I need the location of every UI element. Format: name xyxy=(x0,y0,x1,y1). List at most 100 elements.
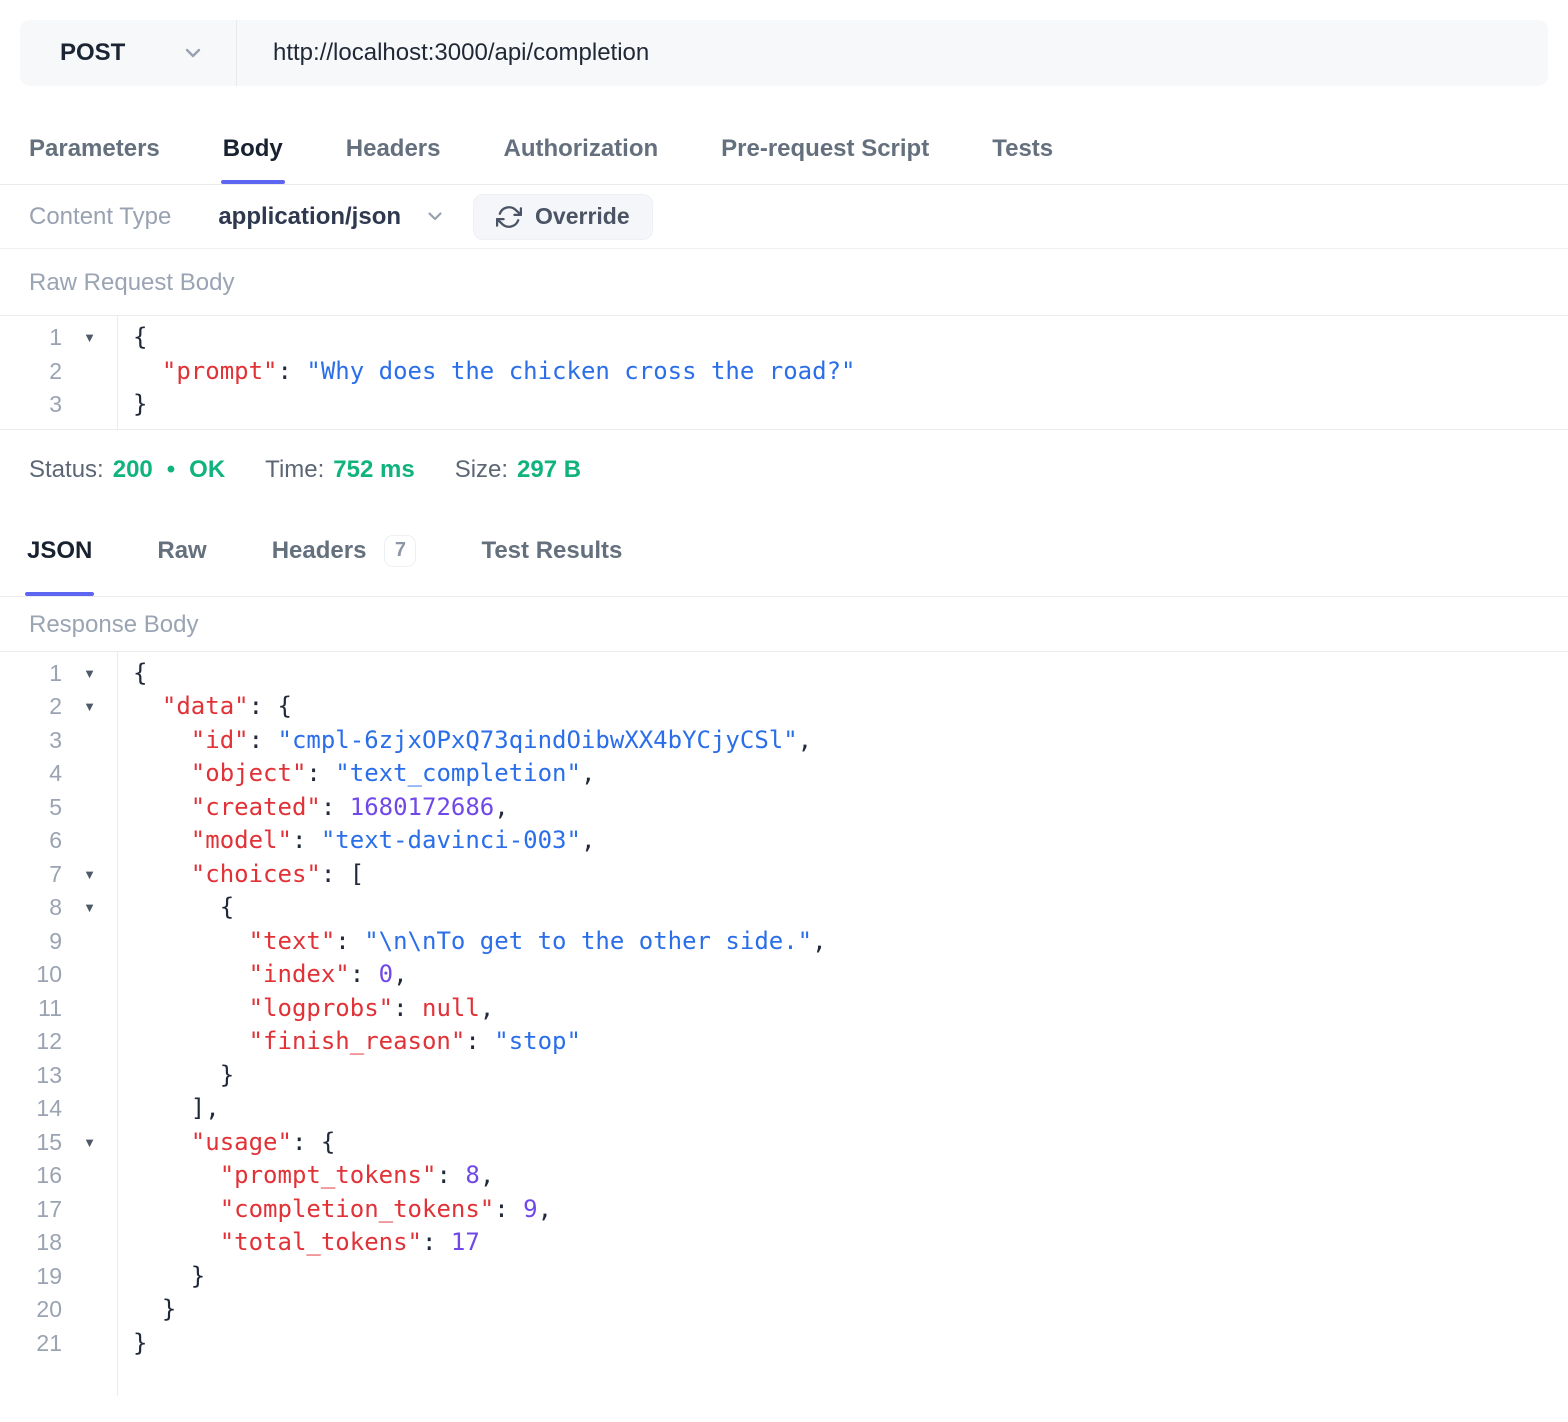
code-line: 9 "text": "\n\nTo get to the other side.… xyxy=(0,925,1568,959)
fold-triangle-icon[interactable]: ▼ xyxy=(62,858,117,892)
code-text: } xyxy=(133,1060,235,1089)
tab-body[interactable]: Body xyxy=(220,114,285,184)
tab-headers[interactable]: Headers xyxy=(346,114,441,184)
fold-triangle-icon[interactable]: ▼ xyxy=(62,321,117,355)
code-line: 21} xyxy=(0,1327,1568,1361)
code-line: 3 "id": "cmpl-6zjxOPxQ73qindOibwXX4bYCjy… xyxy=(0,724,1568,758)
code-line: 16 "prompt_tokens": 8, xyxy=(0,1159,1568,1193)
line-number: 1 xyxy=(49,659,62,686)
response-headers-label: Headers xyxy=(271,536,367,564)
code-line: 18 "total_tokens": 17 xyxy=(0,1226,1568,1260)
content-type-select[interactable]: application/json xyxy=(218,203,443,231)
code-text: "logprobs": null, xyxy=(248,993,495,1022)
code-text: "finish_reason": "stop" xyxy=(248,1027,581,1055)
code-text: } xyxy=(133,390,148,418)
tab-parameters[interactable]: Parameters xyxy=(29,114,160,184)
code-line: 20 } xyxy=(0,1293,1568,1327)
code-line: 10 "index": 0, xyxy=(0,958,1568,992)
code-line: 3} xyxy=(0,388,1568,422)
line-number: 20 xyxy=(36,1296,62,1322)
line-number: 9 xyxy=(49,927,62,954)
line-number: 13 xyxy=(36,1061,62,1088)
code-line: 13 } xyxy=(0,1059,1568,1093)
override-button[interactable]: Override xyxy=(473,193,653,240)
tab-json[interactable]: JSON xyxy=(24,506,95,596)
request-tabs: Parameters Body Headers Authorization Pr… xyxy=(0,114,1568,185)
line-number: 21 xyxy=(36,1329,62,1356)
line-number: 17 xyxy=(36,1195,62,1222)
fold-triangle-icon[interactable]: ▼ xyxy=(62,1126,117,1160)
code-line: 15 ▼ "usage": { xyxy=(0,1126,1568,1160)
fold-triangle-icon[interactable]: ▼ xyxy=(62,891,117,925)
code-text: "index": 0, xyxy=(248,960,408,988)
response-body-title: Response Body xyxy=(29,610,199,638)
code-text: { xyxy=(133,893,235,921)
code-text: "prompt_tokens": 8, xyxy=(219,1161,495,1189)
code-line: 1 ▼ { xyxy=(0,657,1568,691)
code-text: ], xyxy=(133,1094,220,1122)
tab-authorization[interactable]: Authorization xyxy=(504,114,659,184)
content-type-label: Content Type xyxy=(29,202,172,230)
method-select[interactable]: POST xyxy=(20,20,237,86)
code-text: "object": "text_completion", xyxy=(190,759,596,787)
line-number: 14 xyxy=(36,1095,62,1121)
tab-tests[interactable]: Tests xyxy=(992,114,1053,184)
line-number: 2 xyxy=(49,357,62,384)
tab-response-headers[interactable]: Headers 7 xyxy=(272,506,417,596)
line-number: 2 xyxy=(49,693,62,719)
line-number: 1 xyxy=(49,324,62,350)
code-line: 2 "prompt": "Why does the chicken cross … xyxy=(0,355,1568,389)
time-value: 752 ms xyxy=(333,455,415,483)
code-line: 11 "logprobs": null, xyxy=(0,992,1568,1026)
refresh-icon xyxy=(496,204,523,230)
tab-raw[interactable]: Raw xyxy=(157,506,206,596)
response-body-editor[interactable]: 1 ▼{2 ▼ "data": {3 "id": "cmpl-6zjxOPxQ73q… xyxy=(0,650,1568,1397)
status-code: 200 xyxy=(112,455,153,483)
code-line: 5 "created": 1680172686, xyxy=(0,791,1568,825)
size-value: 297 B xyxy=(517,455,582,483)
code-line: 7 ▼ "choices": [ xyxy=(0,858,1568,892)
line-number: 4 xyxy=(49,760,62,786)
fold-triangle-icon[interactable]: ▼ xyxy=(62,690,117,724)
code-text: "model": "text-davinci-003", xyxy=(190,826,596,854)
request-body-editor[interactable]: 1 ▼ {2 "prompt": "Why does the chicken cro… xyxy=(0,315,1568,430)
tab-pre-request-script[interactable]: Pre-request Script xyxy=(721,114,929,184)
fold-triangle-icon[interactable]: ▼ xyxy=(62,657,117,691)
code-line: 1 ▼ { xyxy=(0,321,1568,355)
code-text: } xyxy=(133,1295,177,1323)
code-line: 8 ▼ { xyxy=(0,891,1568,925)
code-text: "created": 1680172686, xyxy=(190,792,509,821)
url-input[interactable]: http://localhost:3000/api/completion xyxy=(237,39,1548,67)
line-number: 6 xyxy=(49,827,62,853)
code-line: 19 } xyxy=(0,1260,1568,1294)
chevron-down-icon xyxy=(184,47,202,59)
tab-test-results[interactable]: Test Results xyxy=(481,506,622,596)
size-label: Size: xyxy=(454,455,509,483)
code-text: "data": { xyxy=(161,692,292,720)
line-number: 18 xyxy=(36,1229,62,1255)
status-text: OK xyxy=(189,455,226,483)
line-number: 11 xyxy=(38,994,62,1021)
response-status-bar: Status: 200 • OK Time: 752 ms Size: 297 … xyxy=(29,456,1568,484)
status-label: Status: xyxy=(29,455,104,483)
code-text: "text": "\n\nTo get to the other side.", xyxy=(248,926,827,955)
code-text: { xyxy=(133,323,148,351)
request-url-bar: POST http://localhost:3000/api/completio… xyxy=(20,20,1548,86)
code-line: 2 ▼ "data": { xyxy=(0,690,1568,724)
time-label: Time: xyxy=(265,455,325,483)
content-type-row: Content Type application/json Override xyxy=(0,185,1568,249)
